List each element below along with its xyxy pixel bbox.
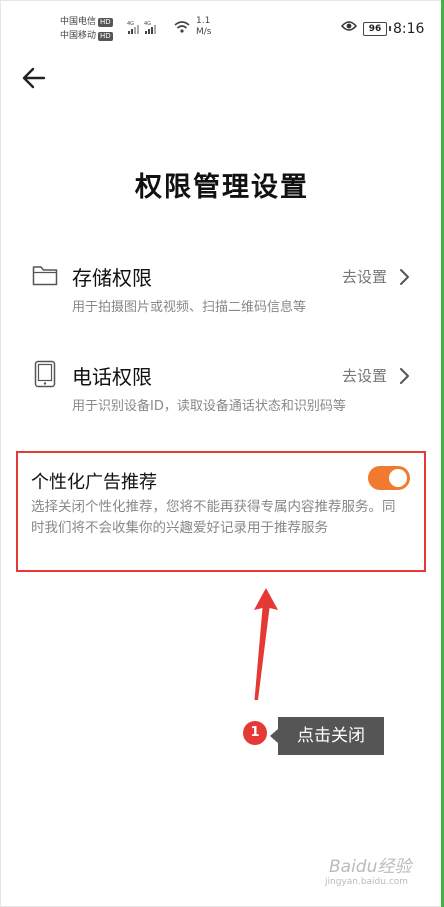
permission-name: 电话权限: [72, 365, 152, 389]
permission-description: 用于拍摄图片或视频、扫描二维码信息等: [72, 300, 307, 315]
carrier-1: 中国电信 HD: [60, 17, 113, 27]
annotation-arrow-icon: [254, 588, 278, 700]
carrier-2: 中国移动 HD: [60, 31, 113, 41]
watermark: Baidu经验 jingyan.baidu.com: [325, 852, 430, 892]
battery-indicator: 96: [363, 22, 391, 36]
svg-text:4G: 4G: [127, 21, 134, 27]
signal-icon: 4G 4G: [127, 21, 156, 34]
ad-recommendation-toggle[interactable]: [368, 466, 410, 490]
folder-icon: [32, 266, 58, 286]
phone-icon: [34, 360, 56, 388]
go-settings-link[interactable]: 去设置: [342, 266, 387, 287]
go-settings-link[interactable]: 去设置: [342, 365, 387, 386]
permission-name: 存储权限: [72, 266, 152, 290]
step-number-badge: 1: [243, 721, 267, 745]
watermark-brand: Baidu经验: [329, 857, 412, 877]
eye-comfort-icon: [341, 21, 357, 31]
clock: 8:16: [393, 21, 425, 37]
net-speed: 1.1 M/s: [196, 16, 212, 37]
chevron-right-icon: [400, 269, 409, 285]
chevron-right-icon: [400, 368, 409, 384]
page-title: 权限管理设置: [135, 172, 309, 203]
permission-description: 用于识别设备ID，读取设备通话状态和识别码等: [72, 399, 346, 414]
hd-badge: HD: [98, 32, 113, 41]
status-bar: 中国电信 HD 中国移动 HD 4G 4G 1.1 M/s 96 8:16: [0, 14, 444, 46]
ad-recommendation-description: 选择关闭个性化推荐，您将不能再获得专属内容推荐服务。同时我们将不会收集你的兴趣爱…: [31, 499, 396, 536]
step-instruction-label: 点击关闭: [270, 717, 384, 755]
toggle-knob: [389, 469, 407, 487]
hd-badge: HD: [98, 18, 113, 27]
ad-recommendation-title: 个性化广告推荐: [31, 472, 157, 493]
wifi-icon: [174, 21, 190, 33]
back-arrow-icon[interactable]: [20, 64, 48, 92]
watermark-url: jingyan.baidu.com: [325, 877, 409, 887]
svg-text:4G: 4G: [144, 21, 151, 27]
